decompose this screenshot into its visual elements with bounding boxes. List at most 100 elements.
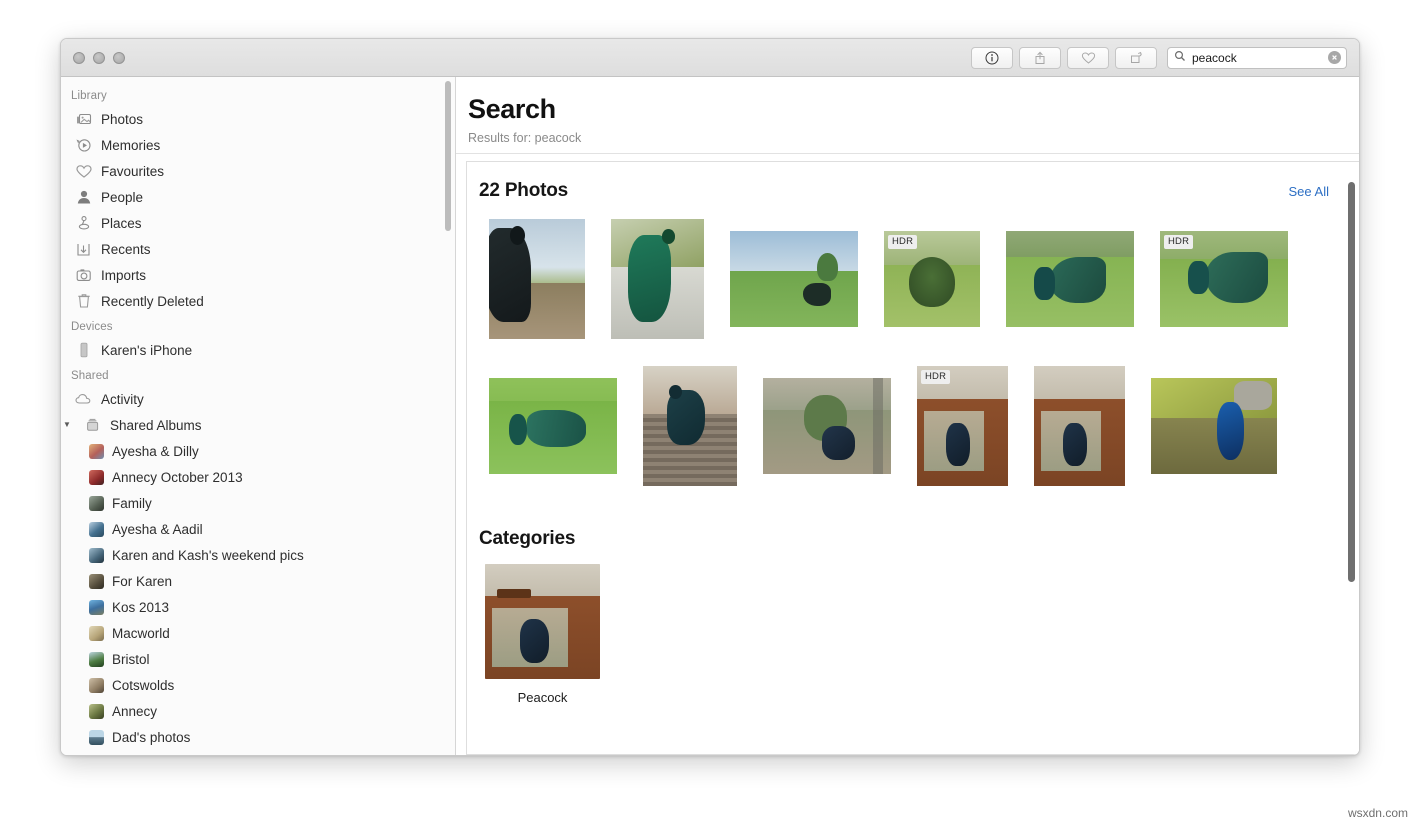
sidebar-album-ayesha-aadil[interactable]: Ayesha & Aadil (61, 516, 455, 542)
album-thumbnail (89, 521, 104, 537)
sidebar-item-label: Places (101, 215, 142, 231)
photo-thumbnail[interactable]: HDR (884, 230, 980, 327)
close-button[interactable] (73, 51, 85, 64)
category-peacock[interactable]: Peacock (485, 564, 600, 705)
photo-thumbnail[interactable] (763, 377, 891, 474)
sidebar-album-cotswolds[interactable]: Cotswolds (61, 672, 455, 698)
album-thumbnail (89, 703, 104, 719)
sidebar-album-kos-2013[interactable]: Kos 2013 (61, 594, 455, 620)
sidebar-item-people[interactable]: People (61, 184, 455, 210)
favorite-button[interactable] (1067, 46, 1109, 69)
sidebar-item-photos[interactable]: Photos (61, 106, 455, 132)
photo-thumbnail[interactable] (1151, 377, 1277, 474)
photo-cell[interactable] (643, 365, 737, 486)
album-thumbnail (89, 573, 104, 589)
photo-cell[interactable] (611, 218, 704, 339)
photo-cell[interactable] (730, 230, 858, 327)
sidebar-item-label: Photos (101, 111, 144, 127)
photo-cell[interactable] (489, 377, 617, 474)
photo-thumbnail[interactable]: HDR (1160, 230, 1288, 327)
hdr-badge: HDR (921, 369, 951, 384)
photo-thumbnail[interactable] (611, 218, 704, 339)
sidebar-album-ayesha-dilly[interactable]: Ayesha & Dilly (61, 438, 455, 464)
sidebar-item-imports[interactable]: Imports (61, 262, 455, 288)
photo-row: HDR (467, 216, 1359, 341)
photo-cell[interactable] (1006, 230, 1134, 327)
results-scroll-area[interactable]: 22 Photos See All HDR HDR HDR Categories… (466, 161, 1359, 755)
memories-icon (75, 137, 92, 154)
categories-section-title: Categories (479, 528, 576, 549)
window-titlebar: peacock (61, 39, 1359, 77)
sidebar-item-recents[interactable]: Recents (61, 236, 455, 262)
hdr-badge: HDR (1164, 234, 1194, 249)
sidebar-item-label: Activity (101, 391, 144, 407)
clear-icon[interactable] (1328, 51, 1341, 64)
main-scrollbar[interactable] (1348, 182, 1355, 582)
sidebar-item-activity[interactable]: Activity (61, 386, 455, 412)
photo-thumbnail[interactable] (489, 377, 617, 474)
chevron-down-icon[interactable]: ▼ (63, 421, 73, 429)
sidebar-item-memories[interactable]: Memories (61, 132, 455, 158)
sidebar-item-places[interactable]: Places (61, 210, 455, 236)
album-thumbnail (89, 677, 104, 693)
photo-cell[interactable] (489, 218, 585, 339)
sidebar-album-annecy-october-2013[interactable]: Annecy October 2013 (61, 464, 455, 490)
sidebar-album-dads-photos[interactable]: Dad's photos (61, 724, 455, 750)
sidebar-item-label: Recently Deleted (101, 293, 204, 309)
photo-thumbnail[interactable] (643, 365, 737, 486)
category-thumbnail[interactable] (485, 564, 600, 679)
zoom-button[interactable] (113, 51, 125, 64)
minimize-button[interactable] (93, 51, 105, 64)
header-divider (456, 153, 1359, 154)
sidebar-album-macworld[interactable]: Macworld (61, 620, 455, 646)
photo-row: HDR (467, 363, 1359, 488)
categories-section: Categories Peacock (467, 510, 1359, 705)
camera-icon (75, 267, 92, 284)
album-thumbnail (89, 495, 104, 511)
sidebar-item-label: Karen's iPhone (101, 342, 193, 358)
rotate-button[interactable] (1115, 46, 1157, 69)
sidebar-item-label: Annecy (112, 703, 158, 719)
photo-cell[interactable] (1034, 365, 1125, 486)
photo-thumbnail[interactable] (489, 218, 585, 339)
sidebar-album-for-karen[interactable]: For Karen (61, 568, 455, 594)
iphone-icon (75, 342, 92, 359)
main-header: Search Results for: peacock (456, 77, 1359, 154)
info-button[interactable] (971, 46, 1013, 69)
sidebar-item-label: Karen and Kash's weekend pics (112, 547, 304, 563)
sidebar-scrollbar[interactable] (445, 81, 451, 231)
photo-thumbnail[interactable] (1006, 230, 1134, 327)
sidebar-item-recently-deleted[interactable]: Recently Deleted (61, 288, 455, 314)
sidebar-item-shared-albums[interactable]: ▼ Shared Albums (61, 412, 455, 438)
download-icon (75, 241, 92, 258)
sidebar[interactable]: Library Photos Memories Favourites Peopl… (61, 77, 456, 755)
categories-row: Peacock (467, 564, 1359, 705)
sidebar-item-label: Recents (101, 241, 151, 257)
sidebar-album-bristol[interactable]: Bristol (61, 646, 455, 672)
album-thumbnail (89, 625, 104, 641)
sidebar-item-label: Shared Albums (110, 417, 202, 433)
search-input[interactable]: peacock (1192, 51, 1322, 65)
search-field[interactable]: peacock (1167, 46, 1347, 69)
sidebar-item-label: Family (112, 495, 152, 511)
photo-thumbnail[interactable]: HDR (917, 365, 1008, 486)
sidebar-item-favourites[interactable]: Favourites (61, 158, 455, 184)
see-all-link[interactable]: See All (1289, 184, 1329, 199)
photo-cell[interactable] (1151, 377, 1277, 474)
photo-thumbnail[interactable] (1034, 365, 1125, 486)
heart-icon (75, 163, 92, 180)
photo-cell[interactable]: HDR (884, 230, 980, 327)
sidebar-item-karens-iphone[interactable]: Karen's iPhone (61, 337, 455, 363)
sidebar-item-label: Dad's photos (112, 729, 191, 745)
photo-cell[interactable] (763, 377, 891, 474)
sidebar-item-label: Macworld (112, 625, 170, 641)
sidebar-album-family[interactable]: Family (61, 490, 455, 516)
album-thumbnail (89, 651, 104, 667)
photo-thumbnail[interactable] (730, 230, 858, 327)
sidebar-album-karen-kash-weekend-pics[interactable]: Karen and Kash's weekend pics (61, 542, 455, 568)
photo-cell[interactable]: HDR (917, 365, 1008, 486)
share-button[interactable] (1019, 46, 1061, 69)
sidebar-item-label: Imports (101, 267, 147, 283)
photo-cell[interactable]: HDR (1160, 230, 1288, 327)
sidebar-album-annecy[interactable]: Annecy (61, 698, 455, 724)
